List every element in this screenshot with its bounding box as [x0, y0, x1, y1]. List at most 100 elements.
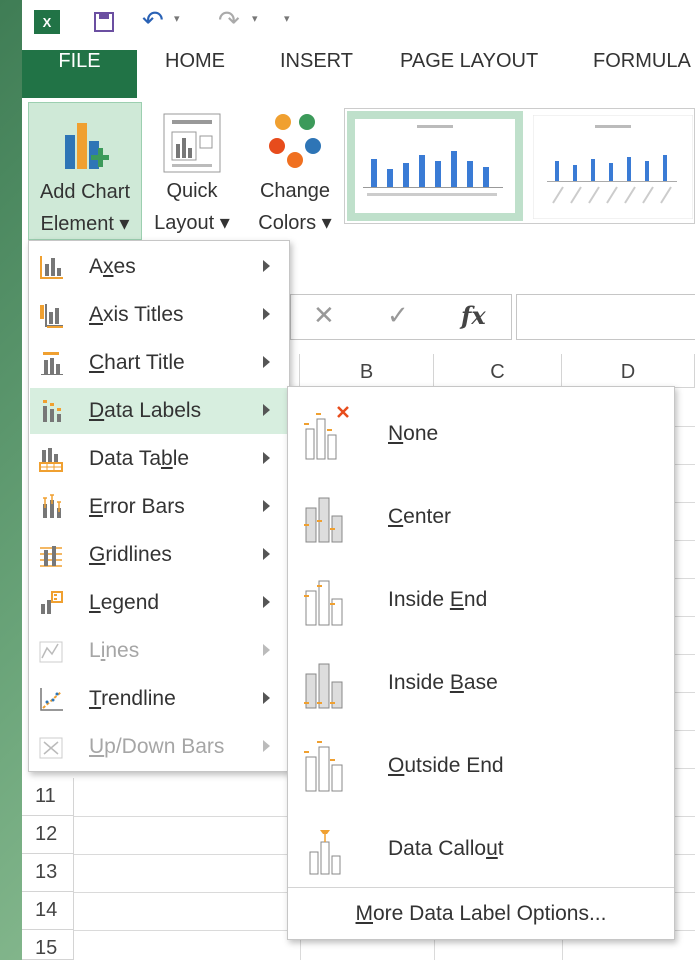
- tab-file[interactable]: FILE: [22, 50, 137, 98]
- lines-icon: [39, 641, 63, 663]
- menu-item-chart-title[interactable]: Chart Title: [30, 340, 288, 386]
- trendline-icon: [40, 688, 63, 711]
- add-chart-element-menu: Axes Axis Titles Chart Title Data Labels…: [28, 240, 290, 772]
- column-header-c[interactable]: C: [434, 354, 562, 388]
- chart-style-2[interactable]: [532, 114, 694, 220]
- quick-layout-button[interactable]: Quick Layout ▾: [146, 102, 238, 240]
- data-table-icon: [39, 448, 63, 472]
- row-header-14[interactable]: 14: [22, 892, 74, 930]
- menu-item-error-bars[interactable]: Error Bars: [30, 484, 288, 530]
- change-colors-label-2: Colors ▾: [258, 212, 332, 234]
- submenu-arrow-icon: [263, 692, 270, 704]
- inside-base-icon: [304, 663, 343, 709]
- menu-item-data-table[interactable]: Data Table: [30, 436, 288, 482]
- ribbon-tabs: FILE HOME INSERT PAGE LAYOUT FORMULA: [22, 50, 695, 100]
- none-icon: [304, 406, 349, 460]
- add-chart-label-1: Add Chart: [39, 181, 131, 203]
- insert-function-icon[interactable]: fx: [461, 301, 486, 330]
- undo-dropdown-icon[interactable]: ▾: [174, 12, 180, 25]
- row-header-11[interactable]: 11: [22, 778, 74, 816]
- undo-icon[interactable]: ↶: [142, 6, 164, 36]
- quick-layout-icon: [163, 113, 221, 173]
- submenu-arrow-icon: [263, 308, 270, 320]
- menu-item-legend[interactable]: Legend: [30, 580, 288, 626]
- row-header-15[interactable]: 15: [22, 930, 74, 960]
- row-header-12[interactable]: 12: [22, 816, 74, 854]
- column-header-d[interactable]: D: [562, 354, 695, 388]
- menu-item-axis-titles[interactable]: Axis Titles: [30, 292, 288, 338]
- submenu-item-label: Data Callout: [388, 837, 504, 860]
- tab-page-layout[interactable]: PAGE LAYOUT: [400, 50, 538, 98]
- axes-icon: [40, 256, 63, 279]
- menu-item-up-down-bars: Up/Down Bars: [30, 724, 288, 770]
- up-down-bars-icon: [39, 737, 63, 759]
- submenu-item-none[interactable]: None: [288, 391, 674, 474]
- gridlines-icon: [40, 546, 62, 567]
- menu-item-data-labels[interactable]: Data Labels: [30, 388, 288, 434]
- add-chart-element-button[interactable]: Add Chart Element ▾: [28, 102, 142, 240]
- excel-window: X ↶ ▾ ↷ ▾ ▾ FILE HOME INSERT PAGE LAYOUT…: [22, 0, 695, 960]
- chart-style-1[interactable]: [347, 111, 523, 221]
- enter-icon[interactable]: ✓: [387, 301, 409, 331]
- menu-item-lines: Lines: [30, 628, 288, 674]
- submenu-arrow-icon: [263, 596, 270, 608]
- submenu-arrow-icon: [263, 740, 270, 752]
- ribbon: Add Chart Element ▾ Quick Layout ▾ Chang…: [22, 100, 695, 243]
- submenu-item-outside-end[interactable]: Outside End: [288, 723, 674, 806]
- menu-item-label: Legend: [89, 591, 160, 614]
- submenu-item-data-callout[interactable]: Data Callout: [288, 806, 674, 889]
- data-callout-icon: [309, 830, 341, 875]
- formula-buttons: ✕ ✓ fx: [290, 294, 512, 340]
- tab-insert[interactable]: INSERT: [280, 50, 353, 98]
- menu-item-axes[interactable]: Axes: [30, 244, 288, 290]
- submenu-arrow-icon: [263, 500, 270, 512]
- submenu-item-label: Inside Base: [388, 671, 498, 694]
- submenu-item-inside-base[interactable]: Inside Base: [288, 640, 674, 723]
- change-colors-button[interactable]: Change Colors ▾: [250, 102, 340, 240]
- quick-layout-label-2: Layout ▾: [154, 212, 230, 234]
- menu-item-gridlines[interactable]: Gridlines: [30, 532, 288, 578]
- redo-icon[interactable]: ↷: [218, 6, 240, 36]
- redo-dropdown-icon[interactable]: ▾: [252, 12, 258, 25]
- tab-home[interactable]: HOME: [165, 50, 225, 98]
- submenu-arrow-icon: [263, 644, 270, 656]
- submenu-arrow-icon: [263, 356, 270, 368]
- submenu-item-label: None: [388, 422, 439, 445]
- menu-item-label: Axes: [89, 255, 136, 278]
- outside-end-icon: [304, 741, 343, 792]
- menu-item-trendline[interactable]: Trendline: [30, 676, 288, 722]
- submenu-arrow-icon: [263, 548, 270, 560]
- formula-input[interactable]: [516, 294, 695, 340]
- add-chart-element-icon: [65, 123, 109, 169]
- row-header-13[interactable]: 13: [22, 854, 74, 892]
- change-colors-icon: [269, 114, 321, 168]
- inside-end-icon: [304, 580, 343, 626]
- menu-item-label: Lines: [89, 639, 140, 662]
- submenu-item-center[interactable]: Center: [288, 474, 674, 557]
- change-colors-label-1: Change: [259, 180, 331, 202]
- cancel-icon[interactable]: ✕: [313, 301, 335, 331]
- submenu-arrow-icon: [263, 260, 270, 272]
- submenu-item-label: Center: [388, 505, 452, 528]
- quick-layout-label-1: Quick: [166, 180, 218, 202]
- tab-formulas[interactable]: FORMULA: [593, 50, 691, 98]
- submenu-item-label: Inside End: [388, 588, 488, 611]
- menu-item-label: Error Bars: [89, 495, 185, 518]
- menu-item-label: Trendline: [89, 687, 176, 710]
- menu-item-label: Chart Title: [89, 351, 185, 374]
- chart-title-icon: [41, 352, 63, 375]
- column-header-b[interactable]: B: [300, 354, 434, 388]
- menu-item-label: Axis Titles: [89, 303, 184, 326]
- submenu-arrow-icon: [263, 404, 270, 416]
- submenu-item-label: Outside End: [388, 754, 504, 777]
- customize-qat-icon[interactable]: ▾: [284, 12, 290, 25]
- menu-item-label: Gridlines: [89, 543, 172, 566]
- add-chart-label-2: Element ▾: [40, 213, 130, 235]
- submenu-arrow-icon: [263, 452, 270, 464]
- chart-style-2-preview: [532, 114, 694, 220]
- save-icon[interactable]: [94, 12, 114, 32]
- more-data-label-options[interactable]: More Data Label Options...: [288, 887, 674, 939]
- submenu-item-inside-end[interactable]: Inside End: [288, 557, 674, 640]
- chart-styles-gallery: [344, 108, 695, 224]
- data-labels-submenu: None Center Inside End Inside Base Outsi…: [287, 386, 675, 940]
